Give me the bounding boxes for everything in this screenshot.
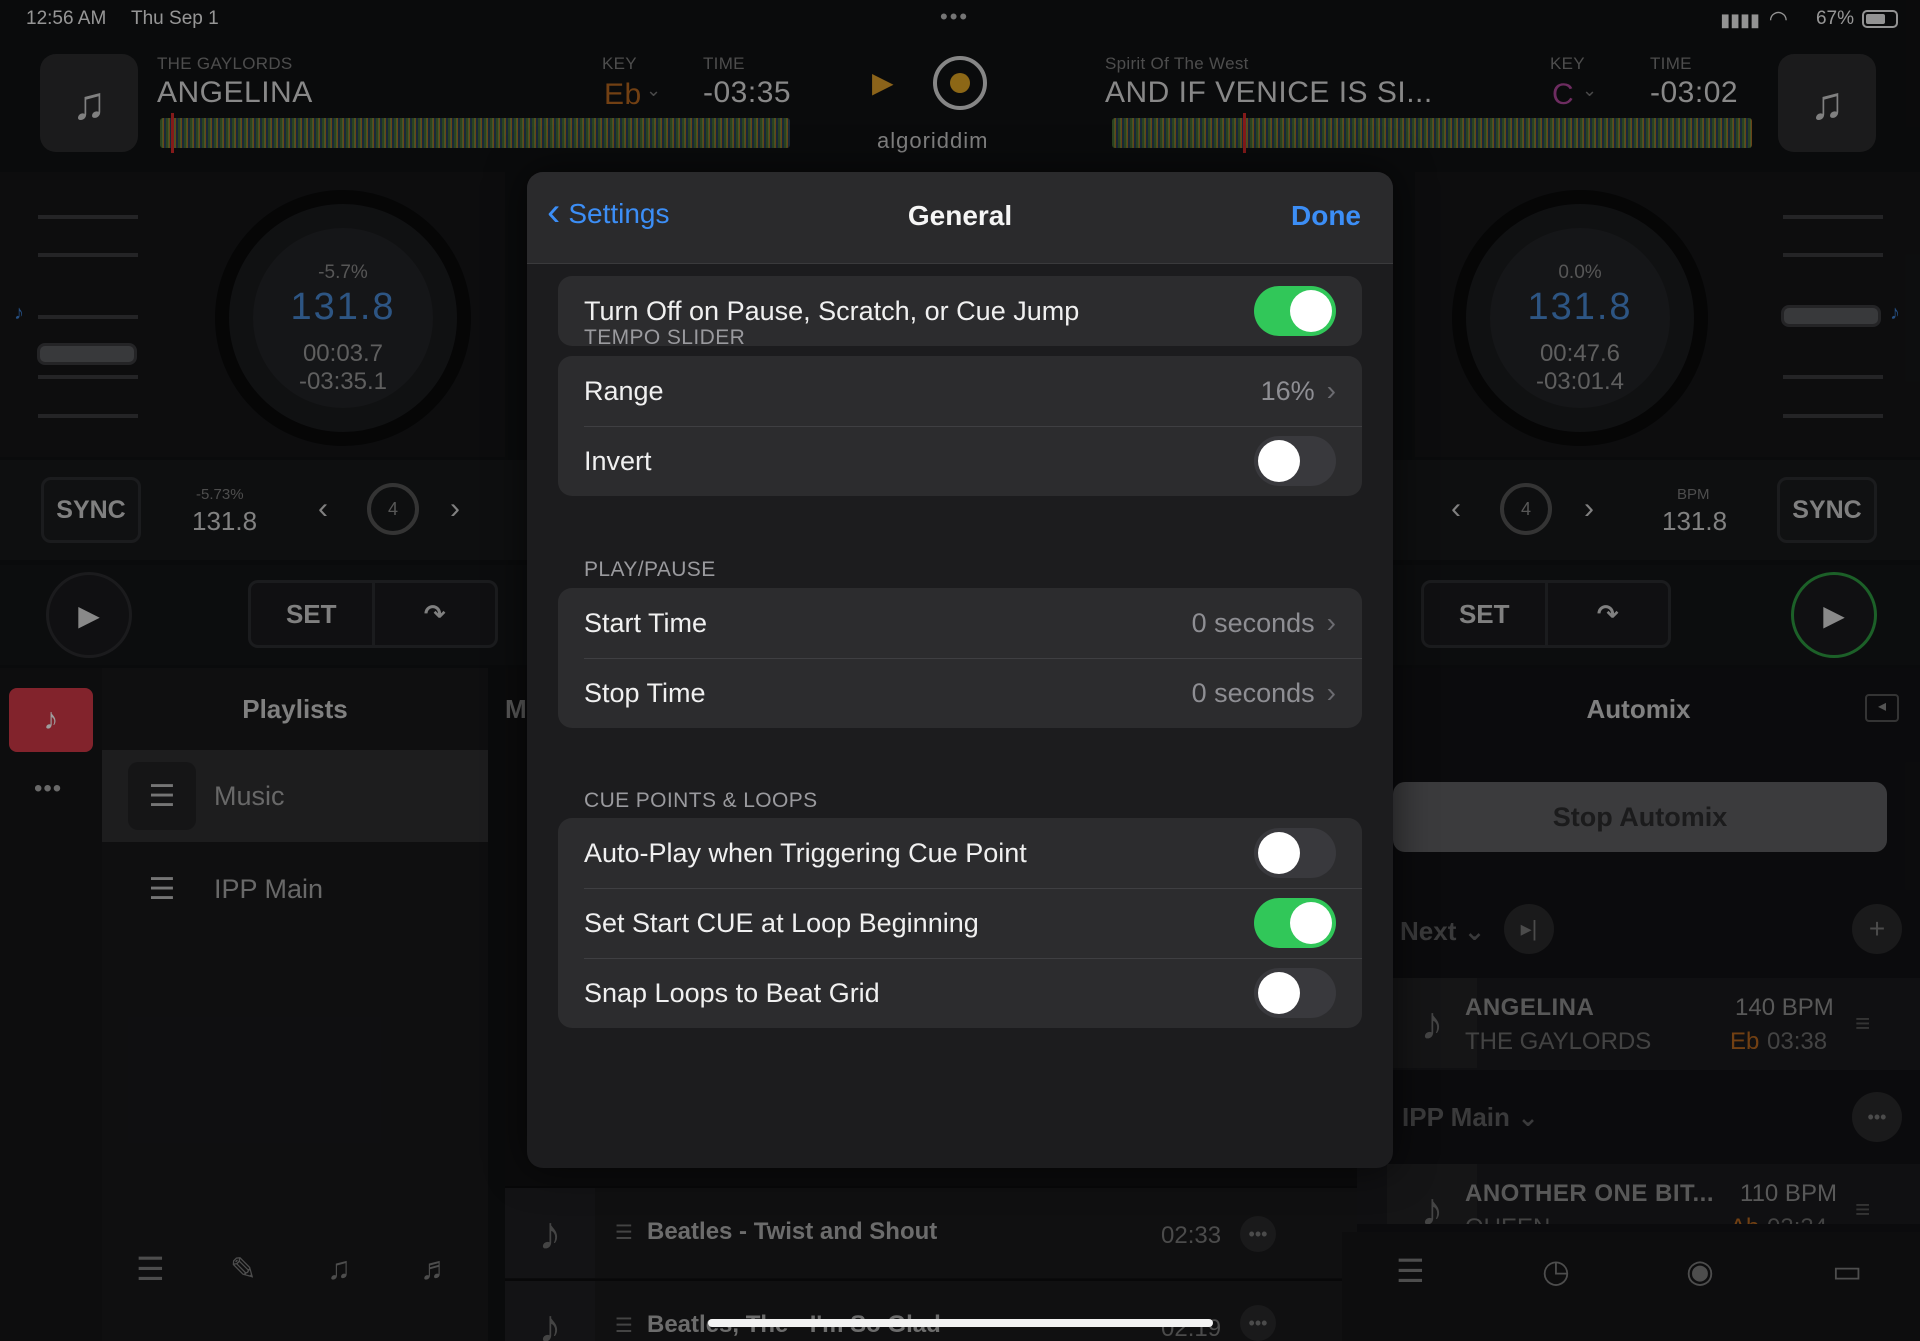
row-label: Turn Off on Pause, Scratch, or Cue Jump xyxy=(584,295,1080,326)
done-button[interactable]: Done xyxy=(1291,200,1361,232)
group-tempo: Range 16% › Invert xyxy=(558,356,1362,496)
autoplay-toggle[interactable] xyxy=(1254,828,1336,878)
row-stop-time[interactable]: Stop Time 0 seconds › xyxy=(558,658,1362,728)
modal-nav-bar: ‹ Settings General Done xyxy=(527,172,1393,264)
section-header-playpause: PLAY/PAUSE xyxy=(584,558,716,581)
chevron-right-icon: › xyxy=(1326,375,1336,406)
home-indicator[interactable] xyxy=(708,1319,1213,1327)
row-invert: Invert xyxy=(558,426,1362,496)
start-time-value: 0 seconds xyxy=(1191,607,1315,638)
group-cue: Auto-Play when Triggering Cue Point Set … xyxy=(558,818,1362,1028)
row-label: Snap Loops to Beat Grid xyxy=(584,977,880,1008)
row-start-cue: Set Start CUE at Loop Beginning xyxy=(558,888,1362,958)
stop-time-value: 0 seconds xyxy=(1191,677,1315,708)
row-snap-loops: Snap Loops to Beat Grid xyxy=(558,958,1362,1028)
row-autoplay: Auto-Play when Triggering Cue Point xyxy=(558,818,1362,888)
group-playpause: Start Time 0 seconds › Stop Time 0 secon… xyxy=(558,588,1362,728)
row-label: Stop Time xyxy=(584,677,706,708)
row-label: Set Start CUE at Loop Beginning xyxy=(584,907,979,938)
row-start-time[interactable]: Start Time 0 seconds › xyxy=(558,588,1362,658)
chevron-right-icon: › xyxy=(1326,677,1336,708)
section-header-cue: CUE POINTS & LOOPS xyxy=(584,789,818,812)
invert-toggle[interactable] xyxy=(1254,436,1336,486)
row-label: Range xyxy=(584,375,664,406)
row-label: Start Time xyxy=(584,607,708,638)
modal-title: General xyxy=(907,200,1013,231)
settings-modal: ‹ Settings General Done Turn Off on Paus… xyxy=(527,172,1393,1168)
row-range[interactable]: Range 16% › xyxy=(558,356,1362,426)
snap-loops-toggle[interactable] xyxy=(1254,968,1336,1018)
range-value: 16% xyxy=(1260,375,1315,406)
section-header-tempo: TEMPO SLIDER xyxy=(584,326,746,349)
chevron-right-icon: › xyxy=(1326,607,1336,638)
row-label: Invert xyxy=(584,445,652,476)
row-label: Auto-Play when Triggering Cue Point xyxy=(584,837,1027,868)
start-cue-toggle[interactable] xyxy=(1254,898,1336,948)
turn-off-toggle[interactable] xyxy=(1254,286,1336,336)
